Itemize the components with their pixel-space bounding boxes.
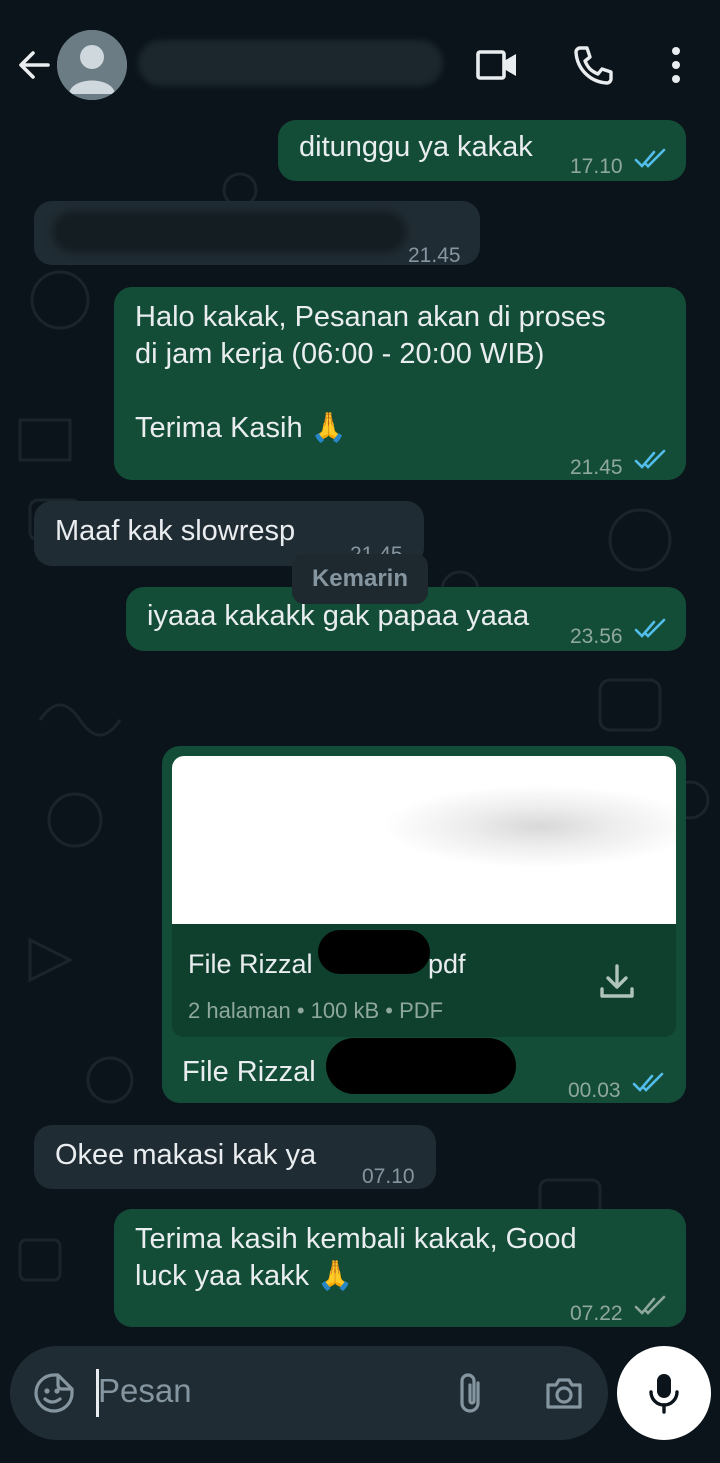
message-text: Terima kasih kembali kakak, Good luck ya…	[135, 1223, 577, 1292]
document-info-panel[interactable]: File Rizzal pdf 2 halaman • 100 kB • PDF	[172, 924, 676, 1037]
more-vertical-icon[interactable]	[653, 42, 699, 88]
read-receipt-icon	[634, 148, 666, 168]
message-time: 21.45	[570, 456, 623, 479]
message-text: Okee makasi kak ya	[55, 1139, 317, 1171]
chat-header	[0, 0, 720, 120]
contact-name-redacted[interactable]	[138, 40, 443, 86]
message-text: ditunggu ya kakak	[299, 131, 533, 163]
document-caption: File Rizzal	[182, 1056, 316, 1088]
message-text: Maaf kak slowresp	[55, 515, 296, 547]
message-bubble-incoming[interactable]: Okee makasi kak ya 07.10	[34, 1125, 436, 1189]
microphone-icon	[649, 1374, 679, 1414]
read-receipt-icon	[632, 1072, 664, 1092]
message-time: 07.22	[570, 1302, 623, 1325]
voice-message-button[interactable]	[617, 1346, 711, 1440]
read-receipt-icon	[634, 618, 666, 638]
phone-icon[interactable]	[570, 42, 616, 88]
document-meta: 2 halaman • 100 kB • PDF	[188, 998, 444, 1023]
message-time: 17.10	[570, 155, 623, 178]
message-text: Halo kakak, Pesanan akan di proses di ja…	[135, 301, 606, 444]
delivered-receipt-icon	[634, 1295, 666, 1315]
message-time: 07.10	[362, 1165, 415, 1188]
camera-icon[interactable]	[542, 1371, 586, 1415]
date-separator: Kemarin	[292, 554, 428, 604]
video-camera-icon[interactable]	[474, 42, 520, 88]
message-time: 00.03	[568, 1079, 621, 1102]
sticker-smiley-icon[interactable]	[32, 1371, 76, 1415]
message-time: 21.45	[408, 244, 461, 267]
contact-avatar[interactable]	[57, 30, 127, 100]
read-receipt-icon	[634, 449, 666, 469]
paperclip-icon[interactable]	[450, 1371, 494, 1415]
default-avatar-icon	[57, 30, 127, 100]
message-input[interactable]: Pesan	[98, 1372, 192, 1410]
message-bubble-outgoing[interactable]: ditunggu ya kakak 17.10	[278, 120, 686, 181]
message-bubble-outgoing[interactable]: Halo kakak, Pesanan akan di proses di ja…	[114, 287, 686, 480]
redacted-caption	[326, 1038, 516, 1094]
redacted-filename	[318, 930, 430, 974]
redacted-text	[52, 211, 407, 253]
arrow-left-icon[interactable]	[14, 45, 54, 85]
message-bubble-incoming[interactable]: 21.45	[34, 201, 480, 267]
message-time: 23.56	[570, 625, 623, 648]
message-bubble-outgoing[interactable]: Terima kasih kembali kakak, Good luck ya…	[114, 1209, 686, 1327]
document-message-bubble[interactable]: File Rizzal pdf 2 halaman • 100 kB • PDF…	[162, 746, 686, 1103]
download-icon[interactable]	[597, 962, 637, 1002]
document-file-extension: pdf	[428, 949, 466, 979]
document-preview-thumbnail[interactable]	[172, 756, 676, 924]
document-file-name: File Rizzal	[188, 949, 313, 979]
